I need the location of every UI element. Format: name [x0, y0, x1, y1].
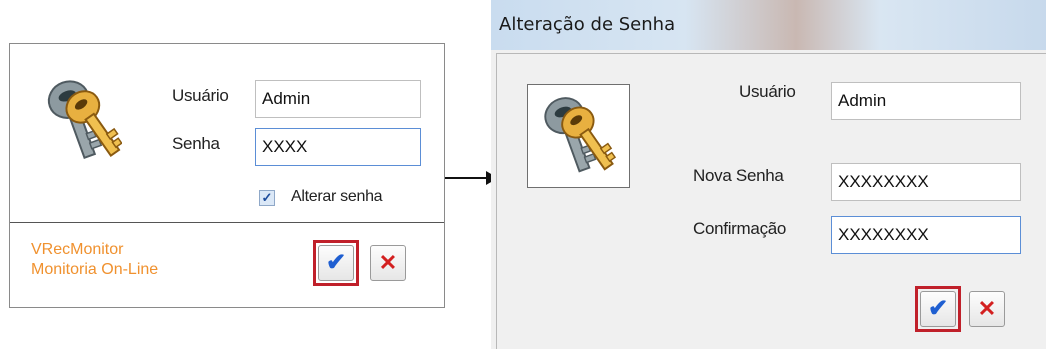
window-title: Alteração de Senha [499, 14, 676, 35]
ok-button[interactable]: ✔ [318, 245, 354, 281]
keys-icon [47, 80, 122, 160]
cancel-button[interactable]: ✕ [969, 291, 1005, 327]
cancel-button[interactable]: ✕ [370, 245, 406, 281]
arrow-right-icon [445, 177, 489, 179]
change-password-label: Alterar senha [291, 188, 383, 205]
new-password-label: Nova Senha [693, 166, 784, 185]
user-input[interactable] [831, 82, 1021, 120]
new-password-input[interactable] [831, 163, 1021, 201]
change-password-checkbox[interactable]: ✓ [259, 190, 275, 206]
user-label: Usuário [739, 82, 796, 101]
title-bar[interactable]: Alteração de Senha [491, 0, 1046, 50]
brand-line-1: VRecMonitor [31, 241, 124, 258]
user-label: Usuário [172, 86, 229, 105]
confirm-password-input[interactable] [831, 216, 1021, 254]
confirm-password-label: Confirmação [693, 219, 787, 238]
ok-button[interactable]: ✔ [920, 291, 956, 327]
close-icon: ✕ [977, 296, 997, 321]
change-password-window: Alteração de Senha Usuário Admin Nova Se… [491, 0, 1046, 349]
checkmark-icon: ✔ [325, 249, 347, 276]
close-icon: ✕ [378, 250, 398, 275]
password-label: Senha [172, 134, 220, 153]
keys-icon [544, 97, 616, 173]
brand-line-2: Monitoria On-Line [31, 261, 159, 278]
checkmark-icon: ✔ [927, 295, 949, 322]
divider [10, 222, 444, 223]
brand-text: VRecMonitor Monitoria On-Line [31, 240, 158, 280]
password-input[interactable] [255, 128, 421, 166]
dialog-body: Usuário Nova Senha Confirmação ✔ ✕ [496, 53, 1046, 349]
keys-picture [527, 84, 630, 188]
user-input[interactable] [255, 80, 421, 118]
login-dialog: Usuário Senha ✓ Alterar senha VRecMonito… [9, 43, 445, 308]
